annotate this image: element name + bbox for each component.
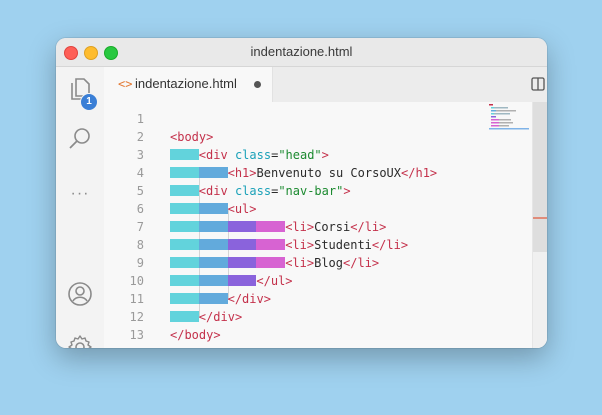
tab-bar: <> indentazione.html ··· [104, 67, 547, 102]
explorer-button[interactable]: 1 [56, 71, 104, 111]
line-number: 1 [136, 112, 144, 126]
tab-indentazione-html[interactable]: <> indentazione.html [104, 67, 273, 102]
code-line: 13 </body > [104, 326, 534, 344]
line-number: 9 [136, 256, 144, 270]
code-line: 14 [104, 344, 534, 348]
indent-block [198, 257, 228, 268]
code-text: </div > [170, 308, 242, 326]
html-file-icon: <> [118, 77, 133, 91]
scrollbar-thumb[interactable] [533, 102, 547, 252]
indent-block [256, 221, 286, 232]
indent-block [198, 203, 228, 214]
more-views-button[interactable]: ··· [56, 174, 104, 214]
code-line: 9 < li > Blog </li > [104, 254, 534, 272]
code-text: < body > [170, 130, 214, 144]
indent-block [227, 239, 257, 250]
indent-block [170, 275, 199, 286]
code-line: 10 </ul > [104, 272, 534, 290]
window-title: indentazione.html [250, 44, 353, 59]
code-text: < ul > [170, 200, 257, 218]
code-line: 11 </div > [104, 290, 534, 308]
code-text: < h1 > Benvenuto su CorsoUX </h1 > [170, 164, 437, 182]
indent-block [198, 167, 228, 178]
line-number: 13 [129, 328, 144, 342]
code-line: 12 </div > [104, 308, 534, 326]
code-line: 6 < ul > [104, 200, 534, 218]
indent-block [170, 221, 199, 232]
line-number: 5 [136, 184, 144, 198]
activity-bar: 1 ··· [56, 67, 104, 348]
line-number: 7 [136, 220, 144, 234]
indent-block [198, 275, 228, 286]
minimap[interactable] [489, 102, 533, 142]
code-line: 3 < div class = "head" > [104, 146, 534, 164]
code-line: 1 [104, 110, 534, 128]
indent-block [170, 149, 199, 160]
settings-gear-icon [67, 334, 93, 348]
split-editor-icon[interactable] [531, 77, 545, 96]
indent-block [170, 257, 199, 268]
code-editor[interactable]: 1 2 < body > 3 < div class = "head" > 4 < h1 > Be… [104, 102, 547, 348]
code-text: </div > [170, 290, 271, 308]
code-text: < div class = "nav-bar" > [170, 182, 351, 200]
line-number: 3 [136, 148, 144, 162]
account-icon [67, 281, 93, 312]
indent-block [198, 221, 228, 232]
accounts-button[interactable] [56, 276, 104, 316]
indent-block [170, 167, 199, 178]
tab-label: indentazione.html [135, 76, 237, 91]
settings-button[interactable] [56, 329, 104, 348]
code-text: < div class = "head" > [170, 146, 329, 164]
code-line: 4 < h1 > Benvenuto su CorsoUX </h1 > [104, 164, 534, 182]
code-text: < li > Studenti </li > [170, 236, 408, 254]
search-icon [67, 126, 93, 157]
line-number: 12 [129, 310, 144, 324]
unsaved-dot-icon[interactable] [254, 81, 261, 88]
code-text: < li > Corsi </li > [170, 218, 386, 236]
vertical-scrollbar[interactable] [532, 102, 547, 348]
code-text: </body > [170, 328, 221, 342]
code-line: 8 < li > Studenti </li > [104, 236, 534, 254]
indent-block [198, 239, 228, 250]
indent-block [227, 275, 257, 286]
line-number: 2 [136, 130, 144, 144]
line-number: 10 [129, 274, 144, 288]
code-line: 7 < li > Corsi </li > [104, 218, 534, 236]
indent-block [227, 221, 257, 232]
indent-block [227, 257, 257, 268]
editor-window: indentazione.html 1 ··· <> indentazione.… [56, 38, 547, 348]
indent-block [170, 239, 199, 250]
more-icon: ··· [70, 185, 90, 202]
code-text: < li > Blog </li > [170, 254, 379, 272]
code-line: 2 < body > [104, 128, 534, 146]
line-number: 11 [129, 292, 144, 306]
scrollbar-marker [533, 217, 547, 219]
explorer-badge: 1 [80, 93, 98, 111]
indent-block [170, 311, 199, 322]
indent-block [170, 293, 199, 304]
code-text: </ul > [170, 272, 293, 290]
indent-block [198, 293, 228, 304]
line-number: 8 [136, 238, 144, 252]
line-number: 6 [136, 202, 144, 216]
search-button[interactable] [56, 121, 104, 161]
indent-block [170, 203, 199, 214]
line-number: 4 [136, 166, 144, 180]
indent-block [256, 257, 286, 268]
title-bar: indentazione.html [56, 38, 547, 67]
indent-block [170, 185, 199, 196]
code-line: 5 < div class = "nav-bar" > [104, 182, 534, 200]
line-number: 14 [104, 344, 144, 348]
indent-block [256, 239, 286, 250]
